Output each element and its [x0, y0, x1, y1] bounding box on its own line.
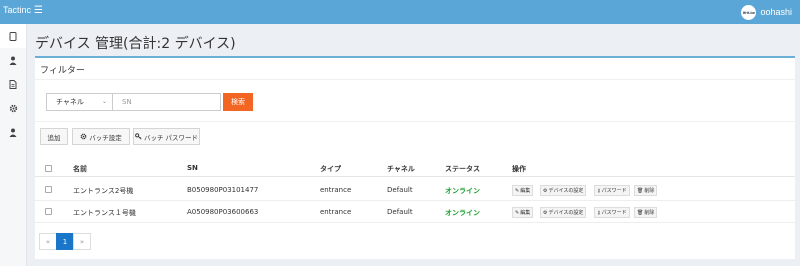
row-divider — [35, 200, 795, 201]
page-prev-button[interactable]: « — [39, 233, 57, 250]
sidebar-item-account[interactable] — [0, 120, 26, 144]
device-sn: A050980P03600663 — [187, 208, 259, 216]
trash-icon: 🗑 — [637, 187, 644, 194]
document-icon — [9, 79, 17, 89]
password-label: パスワード — [601, 210, 627, 216]
pagination: « 1 » — [39, 233, 91, 250]
user-icon — [9, 128, 17, 137]
select-all-checkbox[interactable] — [45, 165, 52, 172]
sidebar-item-users[interactable] — [0, 48, 26, 72]
page-1-button[interactable]: 1 — [56, 233, 74, 250]
brand-logo[interactable]: Tactinc — [3, 5, 31, 15]
device-settings-label: デバイスの設定 — [548, 210, 584, 216]
search-button[interactable]: 検索 — [223, 93, 253, 111]
sidebar — [0, 24, 27, 266]
chevron-down-icon: ⌄ — [101, 98, 107, 105]
user-icon — [9, 56, 17, 65]
column-header-actions: 操作 — [512, 165, 526, 173]
batch-settings-label: バッチ設定 — [89, 133, 122, 142]
sidebar-item-devices[interactable] — [0, 24, 26, 48]
key-icon — [135, 133, 142, 140]
device-settings-label: デバイスの設定 — [548, 188, 584, 194]
filter-title: フィルター — [40, 66, 85, 76]
row-divider — [35, 222, 795, 223]
hamburger-menu-icon[interactable]: ☰ — [34, 5, 43, 17]
channel-select[interactable]: チャネル ⌄ — [46, 93, 113, 111]
column-header-sn[interactable]: SN — [187, 164, 198, 172]
top-navbar: Tactinc ☰ Ifrit.be oohashi — [0, 0, 800, 24]
gear-icon: ⚙ — [543, 187, 548, 194]
trash-icon: 🗑 — [637, 209, 644, 216]
page-title: デバイス 管理(合計:2 デバイス) — [35, 36, 236, 52]
edit-label: 編集 — [520, 210, 531, 216]
device-type: entrance — [320, 208, 352, 216]
device-sn: B050980P03101477 — [187, 186, 259, 194]
avatar: Ifrit.be — [741, 4, 757, 20]
key-icon: ⚷ — [597, 209, 601, 216]
edit-label: 編集 — [520, 188, 531, 194]
channel-select-value: チャネル — [56, 98, 84, 106]
add-button[interactable]: 追加 — [40, 128, 68, 145]
delete-button[interactable]: 🗑 削除 — [634, 185, 658, 196]
device-settings-button[interactable]: ⚙ デバイスの設定 — [540, 207, 587, 218]
batch-password-label: バッチ パスワード — [143, 133, 199, 142]
status-badge: オンライン — [445, 209, 480, 217]
column-header-status[interactable]: ステータス — [445, 164, 480, 174]
edit-button[interactable]: ✎ 編集 — [512, 185, 534, 196]
device-channel: Default — [387, 208, 413, 216]
sn-search-input[interactable] — [113, 93, 221, 111]
gear-icon — [9, 104, 17, 112]
column-header-channel[interactable]: チャネル — [387, 164, 415, 174]
page-next-button[interactable]: » — [73, 233, 91, 250]
pencil-icon: ✎ — [515, 187, 520, 194]
divider — [35, 121, 795, 122]
tablet-icon — [9, 31, 17, 41]
add-button-label: 追加 — [47, 133, 61, 142]
sidebar-item-settings[interactable] — [0, 96, 26, 120]
delete-label: 削除 — [644, 188, 655, 194]
batch-password-button[interactable]: バッチ パスワード — [133, 128, 200, 145]
password-label: パスワード — [601, 188, 627, 194]
password-button[interactable]: ⚷ パスワード — [594, 207, 630, 218]
username: oohashi — [760, 7, 792, 17]
delete-label: 削除 — [644, 210, 655, 216]
column-header-type[interactable]: タイプ — [320, 164, 341, 174]
filter-header: フィルター — [35, 58, 795, 80]
device-name: エントランス2号機 — [73, 187, 134, 195]
password-button[interactable]: ⚷ パスワード — [594, 185, 630, 196]
user-menu[interactable]: Ifrit.be oohashi — [741, 4, 792, 20]
table-header-divider — [35, 176, 795, 177]
device-channel: Default — [387, 186, 413, 194]
edit-button[interactable]: ✎ 編集 — [512, 207, 534, 218]
column-header-name[interactable]: 名前 — [73, 164, 87, 174]
delete-button[interactable]: 🗑 削除 — [634, 207, 658, 218]
row-checkbox[interactable] — [45, 208, 52, 215]
batch-settings-button[interactable]: バッチ設定 — [72, 128, 130, 145]
row-checkbox[interactable] — [45, 186, 52, 193]
device-name: エントランス１号機 — [73, 209, 136, 217]
sidebar-item-documents[interactable] — [0, 72, 26, 96]
gear-icon: ⚙ — [543, 209, 548, 216]
device-settings-button[interactable]: ⚙ デバイスの設定 — [540, 185, 587, 196]
status-badge: オンライン — [445, 187, 480, 195]
device-type: entrance — [320, 186, 352, 194]
gear-icon — [80, 133, 87, 140]
device-panel: フィルター チャネル ⌄ 検索 追加 バッチ設定 バッチ パスワード 名前 SN… — [35, 56, 795, 259]
key-icon: ⚷ — [597, 187, 601, 194]
pencil-icon: ✎ — [515, 209, 520, 216]
